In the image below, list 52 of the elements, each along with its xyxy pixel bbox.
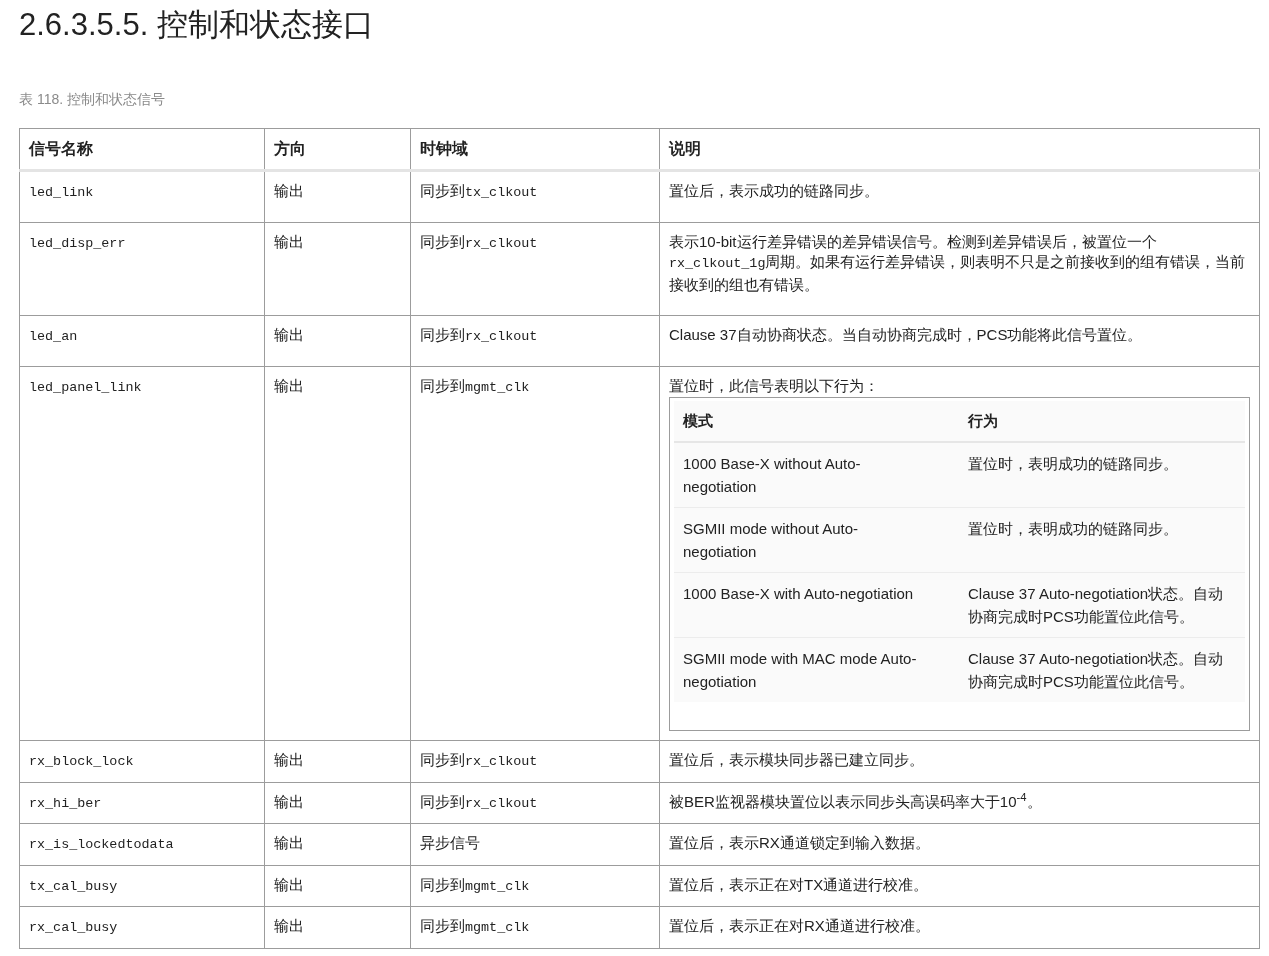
section-heading: 2.6.3.5.5. 控制和状态接口	[19, 7, 374, 42]
behavior-text: 置位时，表明成功的链路同步。	[968, 520, 1178, 537]
signal-name: rx_cal_busy	[29, 920, 118, 935]
behavior-text: 置位时，表明成功的链路同步。	[968, 455, 1178, 472]
description-text: 被BER监视器模块置位以表示同步头高误码率大于10$^{-4}$。	[669, 792, 1042, 810]
clock-domain-text: 同步到tx_clkout	[420, 182, 538, 199]
signal-name: led_panel_link	[29, 379, 142, 395]
description-text: 置位后，表示RX通道锁定到输入数据。	[669, 834, 930, 851]
clock-domain-text: 同步到rx_clkout	[420, 232, 538, 250]
column-header: 行为	[968, 412, 998, 429]
direction-text: 输出	[274, 751, 304, 768]
direction-text: 输出	[274, 834, 304, 851]
column-header: 方向	[274, 140, 306, 157]
signal-name: led_an	[29, 329, 78, 344]
signal-name: led_disp_err	[29, 235, 126, 251]
direction-text: 输出	[274, 792, 304, 810]
signal-name: led_link	[29, 185, 94, 200]
behavior-text: Clause 37 Auto-negotiation状态。自动协商完成时PCS功能置位此信号。	[968, 650, 1224, 690]
clock-domain-text: 异步信号	[420, 834, 480, 851]
behavior-text: Clause 37 Auto-negotiation状态。自动协商完成时PCS功能置位此信号。	[968, 585, 1224, 625]
description-text: 置位后，表示正在对RX通道进行校准。	[669, 917, 930, 934]
description-text: Clause 37自动协商状态。当自动协商完成时，PCS功能将此信号置位。	[669, 326, 1143, 343]
description-text: 表示10-bit运行差异错误的差异错误信号。检测到差异错误后，被置位一个 rx_clkout_1g周期。如果有运行差异错误，则表明不只是之前接收到的组有错误，当前接收到的组也有错误。	[669, 232, 1246, 293]
clock-domain-text: 同步到rx_clkout	[420, 751, 538, 768]
direction-text: 输出	[274, 917, 304, 934]
clock-domain-text: 同步到rx_clkout	[420, 792, 538, 810]
signal-name: rx_block_lock	[29, 754, 134, 769]
column-header: 时钟域	[420, 140, 468, 157]
column-header: 说明	[669, 140, 701, 157]
description-text: 置位后，表示模块同步器已建立同步。	[669, 751, 924, 768]
direction-text: 输出	[274, 182, 304, 199]
column-header: 信号名称	[29, 140, 93, 157]
description-text: 置位后，表示成功的链路同步。	[669, 182, 879, 199]
column-header: 模式	[683, 412, 713, 429]
direction-text: 输出	[274, 875, 304, 893]
clock-domain-text: 同步到mgmt_clk	[420, 875, 530, 893]
table-caption: 表 118. 控制和状态信号	[19, 91, 165, 107]
clock-domain-text: 同步到mgmt_clk	[420, 917, 530, 934]
direction-text: 输出	[274, 232, 304, 250]
clock-domain-text: 同步到mgmt_clk	[420, 376, 530, 394]
mode-text: 1000 Base-X without Auto-negotiation	[683, 455, 861, 495]
description-text: 置位后，表示正在对TX通道进行校准。	[669, 875, 929, 893]
direction-text: 输出	[274, 326, 304, 343]
signal-name: tx_cal_busy	[29, 878, 118, 894]
signal-name: rx_is_lockedtodata	[29, 837, 174, 852]
signal-name: rx_hi_ber	[29, 795, 102, 811]
mode-text: 1000 Base-X with Auto-negotiation	[683, 585, 914, 602]
mode-text: SGMII mode with MAC mode Auto-negotiation	[683, 650, 917, 690]
mode-text: SGMII mode without Auto-negotiation	[683, 520, 859, 560]
direction-text: 输出	[274, 376, 304, 394]
clock-domain-text: 同步到rx_clkout	[420, 326, 538, 343]
description-text: 置位时，此信号表明以下行为：	[669, 376, 879, 394]
